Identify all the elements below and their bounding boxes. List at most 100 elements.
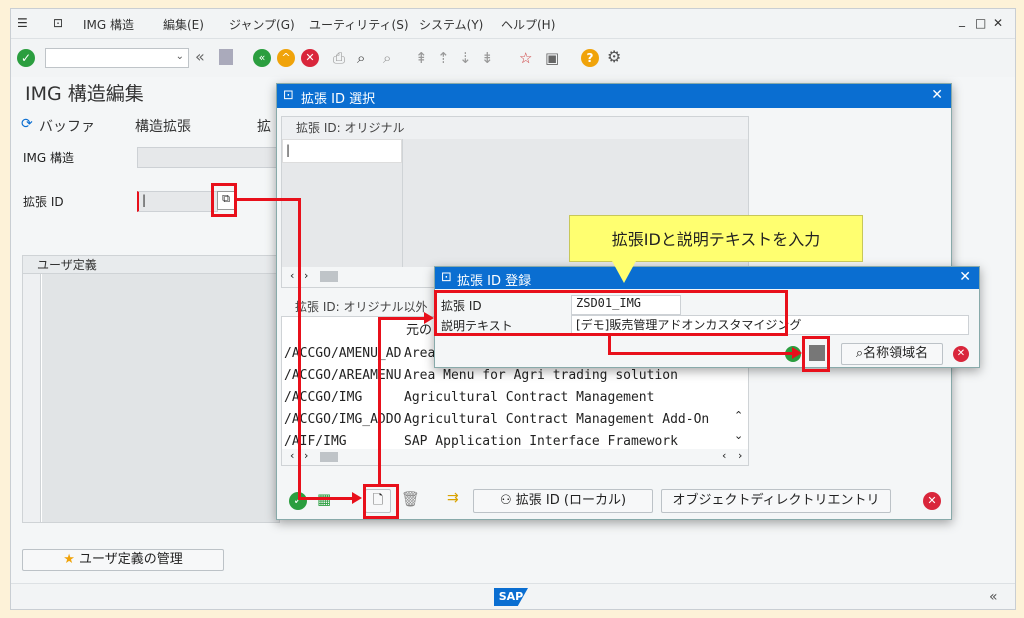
scroll-right-icon[interactable]: ›	[738, 449, 742, 462]
text-cursor: |	[142, 193, 147, 207]
table-row[interactable]: /ACCGO/AREAMENU Area Menu for Agri tradin…	[284, 365, 744, 387]
highlight-value-help	[211, 183, 237, 217]
connector-line	[237, 198, 301, 201]
trash-icon[interactable]: 🗑	[401, 490, 420, 508]
glasses-icon: ⚇	[499, 493, 516, 508]
command-field[interactable]: ⌄	[45, 48, 189, 68]
namespace-label: 名称領域名	[863, 346, 929, 361]
ext-id-field[interactable]: |	[137, 191, 218, 212]
original-section-header: 拡張 ID: オリジナル	[282, 117, 748, 139]
table-row[interactable]: /ACCGO/IMG Agricultural Contract Manageme…	[284, 387, 744, 409]
menu-utility[interactable]: ユーティリティ(S)	[309, 16, 409, 33]
scroll-up-icon[interactable]: ⌃	[734, 409, 743, 422]
original-input-cell[interactable]: |	[282, 139, 402, 163]
cancel-icon[interactable]: ✕	[923, 492, 941, 510]
menu-img-structure[interactable]: IMG 構造	[83, 16, 134, 33]
connector-line	[608, 352, 794, 355]
dialog-register-close-icon[interactable]: ✕	[959, 269, 971, 285]
menu-bar: ☰ ⊡ IMG 構造 編集(E) ジャンプ(G) ユーティリティ(S) システム…	[11, 9, 1015, 39]
exit-icon[interactable]: ^	[277, 49, 295, 67]
print-icon[interactable]: ⎙	[333, 49, 345, 67]
menu-jump[interactable]: ジャンプ(G)	[229, 16, 295, 33]
horizontal-scrollbar[interactable]: ‹ › ‹ ›	[282, 449, 748, 465]
maximize-button[interactable]: □	[975, 16, 986, 30]
gear-icon[interactable]: ⚙	[607, 47, 621, 66]
local-ext-id-label: 拡張 ID (ローカル)	[515, 493, 627, 508]
menu-help[interactable]: ヘルプ(H)	[501, 16, 555, 33]
arrow-head	[424, 312, 434, 324]
buffer-icon[interactable]: ⟳	[21, 116, 33, 132]
row-id: /ACCGO/AMENU_AD	[284, 346, 402, 361]
namespace-button[interactable]: ⌕名称領域名	[841, 343, 943, 365]
collapse-status-icon[interactable]: «	[989, 589, 998, 605]
scroll-down-icon[interactable]: ⌄	[734, 429, 743, 442]
user-defined-header: ユーザ定義	[23, 256, 279, 274]
scroll-thumb[interactable]	[320, 452, 338, 462]
manage-user-defined-label: ユーザ定義の管理	[79, 552, 183, 567]
next-page-icon[interactable]: ⇣	[459, 49, 472, 67]
find-next-icon[interactable]: ⌕	[383, 49, 391, 67]
minimize-button[interactable]: _	[959, 13, 965, 27]
extension-truncated-button[interactable]: 拡	[257, 116, 271, 136]
highlight-create-button	[363, 484, 399, 519]
cancel-icon[interactable]: ✕	[953, 346, 969, 362]
dialog-icon: ⊡	[441, 270, 452, 285]
pin-icon[interactable]: ⊡	[53, 16, 63, 30]
cancel-icon[interactable]: ✕	[301, 49, 319, 67]
dialog-register-titlebar: ⊡ 拡張 ID 登録 ✕	[435, 267, 979, 289]
page-title: IMG 構造編集	[25, 83, 144, 105]
enter-check-icon[interactable]: ✓	[17, 49, 35, 67]
row-desc: Agricultural Contract Management	[404, 390, 655, 405]
save-icon[interactable]	[219, 49, 233, 65]
highlight-save-button	[802, 336, 830, 372]
arrow-head	[792, 347, 802, 359]
manage-user-defined-button[interactable]: ★ ユーザ定義の管理	[22, 549, 224, 571]
row-desc: SAP Application Interface Framework	[404, 434, 678, 449]
callout-bubble: 拡張IDと説明テキストを入力	[569, 215, 863, 262]
img-structure-field[interactable]	[137, 147, 283, 168]
menu-system[interactable]: システム(Y)	[419, 16, 483, 33]
connector-line	[378, 317, 426, 320]
shortcut-icon[interactable]: ▣	[545, 49, 559, 67]
scroll-left-icon[interactable]: ‹	[722, 449, 726, 462]
other-section-header: 拡張 ID: オリジナル以外	[295, 300, 428, 314]
collapse-left-icon[interactable]: «	[195, 47, 205, 66]
menu-icon[interactable]: ☰	[17, 16, 28, 30]
row-id: /ACCGO/IMG	[284, 390, 363, 405]
back-icon[interactable]: «	[253, 49, 271, 67]
scroll-left-icon[interactable]: ‹	[290, 269, 294, 282]
grid-body	[42, 274, 279, 522]
table-row[interactable]: /ACCGO/IMG_ADDO Agricultural Contract Man…	[284, 409, 744, 431]
row-id: /AIF/IMG	[284, 434, 347, 449]
transfer-icon[interactable]: ⇉	[447, 490, 459, 506]
menu-edit[interactable]: 編集(E)	[163, 16, 204, 33]
help-icon[interactable]: ?	[581, 49, 599, 67]
text-cursor: |	[286, 143, 291, 157]
scroll-right-icon[interactable]: ›	[304, 449, 308, 462]
callout-pointer	[612, 261, 636, 283]
create-session-icon[interactable]: ☆	[519, 49, 532, 67]
row-desc: Area Menu for Agri trading solution	[404, 368, 678, 383]
row-id: /ACCGO/AREAMENU	[284, 368, 402, 383]
buffer-button[interactable]: バッファ	[39, 116, 95, 136]
structure-extension-button[interactable]: 構造拡張	[135, 116, 191, 136]
prev-page-icon[interactable]: ⇡	[437, 49, 450, 67]
row-desc: Area	[404, 346, 436, 361]
connector-line	[378, 318, 381, 484]
dialog-icon: ⊡	[283, 88, 294, 103]
star-icon: ★	[63, 552, 75, 567]
row-desc: Agricultural Contract Management Add-On	[404, 412, 710, 427]
object-directory-button[interactable]: オブジェクトディレクトリエントリ	[661, 489, 891, 513]
scroll-right-icon[interactable]: ›	[304, 269, 308, 282]
first-page-icon[interactable]: ⇞	[415, 49, 428, 67]
find-icon[interactable]: ⌕	[357, 49, 365, 67]
row-id: /ACCGO/IMG_ADDO	[284, 412, 402, 427]
local-ext-id-button[interactable]: ⚇ 拡張 ID (ローカル)	[473, 489, 653, 513]
last-page-icon[interactable]: ⇟	[481, 49, 494, 67]
chevron-down-icon[interactable]: ⌄	[176, 51, 184, 62]
row-selector-column	[23, 274, 41, 522]
dialog-select-close-icon[interactable]: ✕	[931, 87, 943, 103]
scroll-left-icon[interactable]: ‹	[290, 449, 294, 462]
scroll-thumb[interactable]	[320, 271, 338, 282]
close-window-button[interactable]: ✕	[993, 16, 1003, 30]
